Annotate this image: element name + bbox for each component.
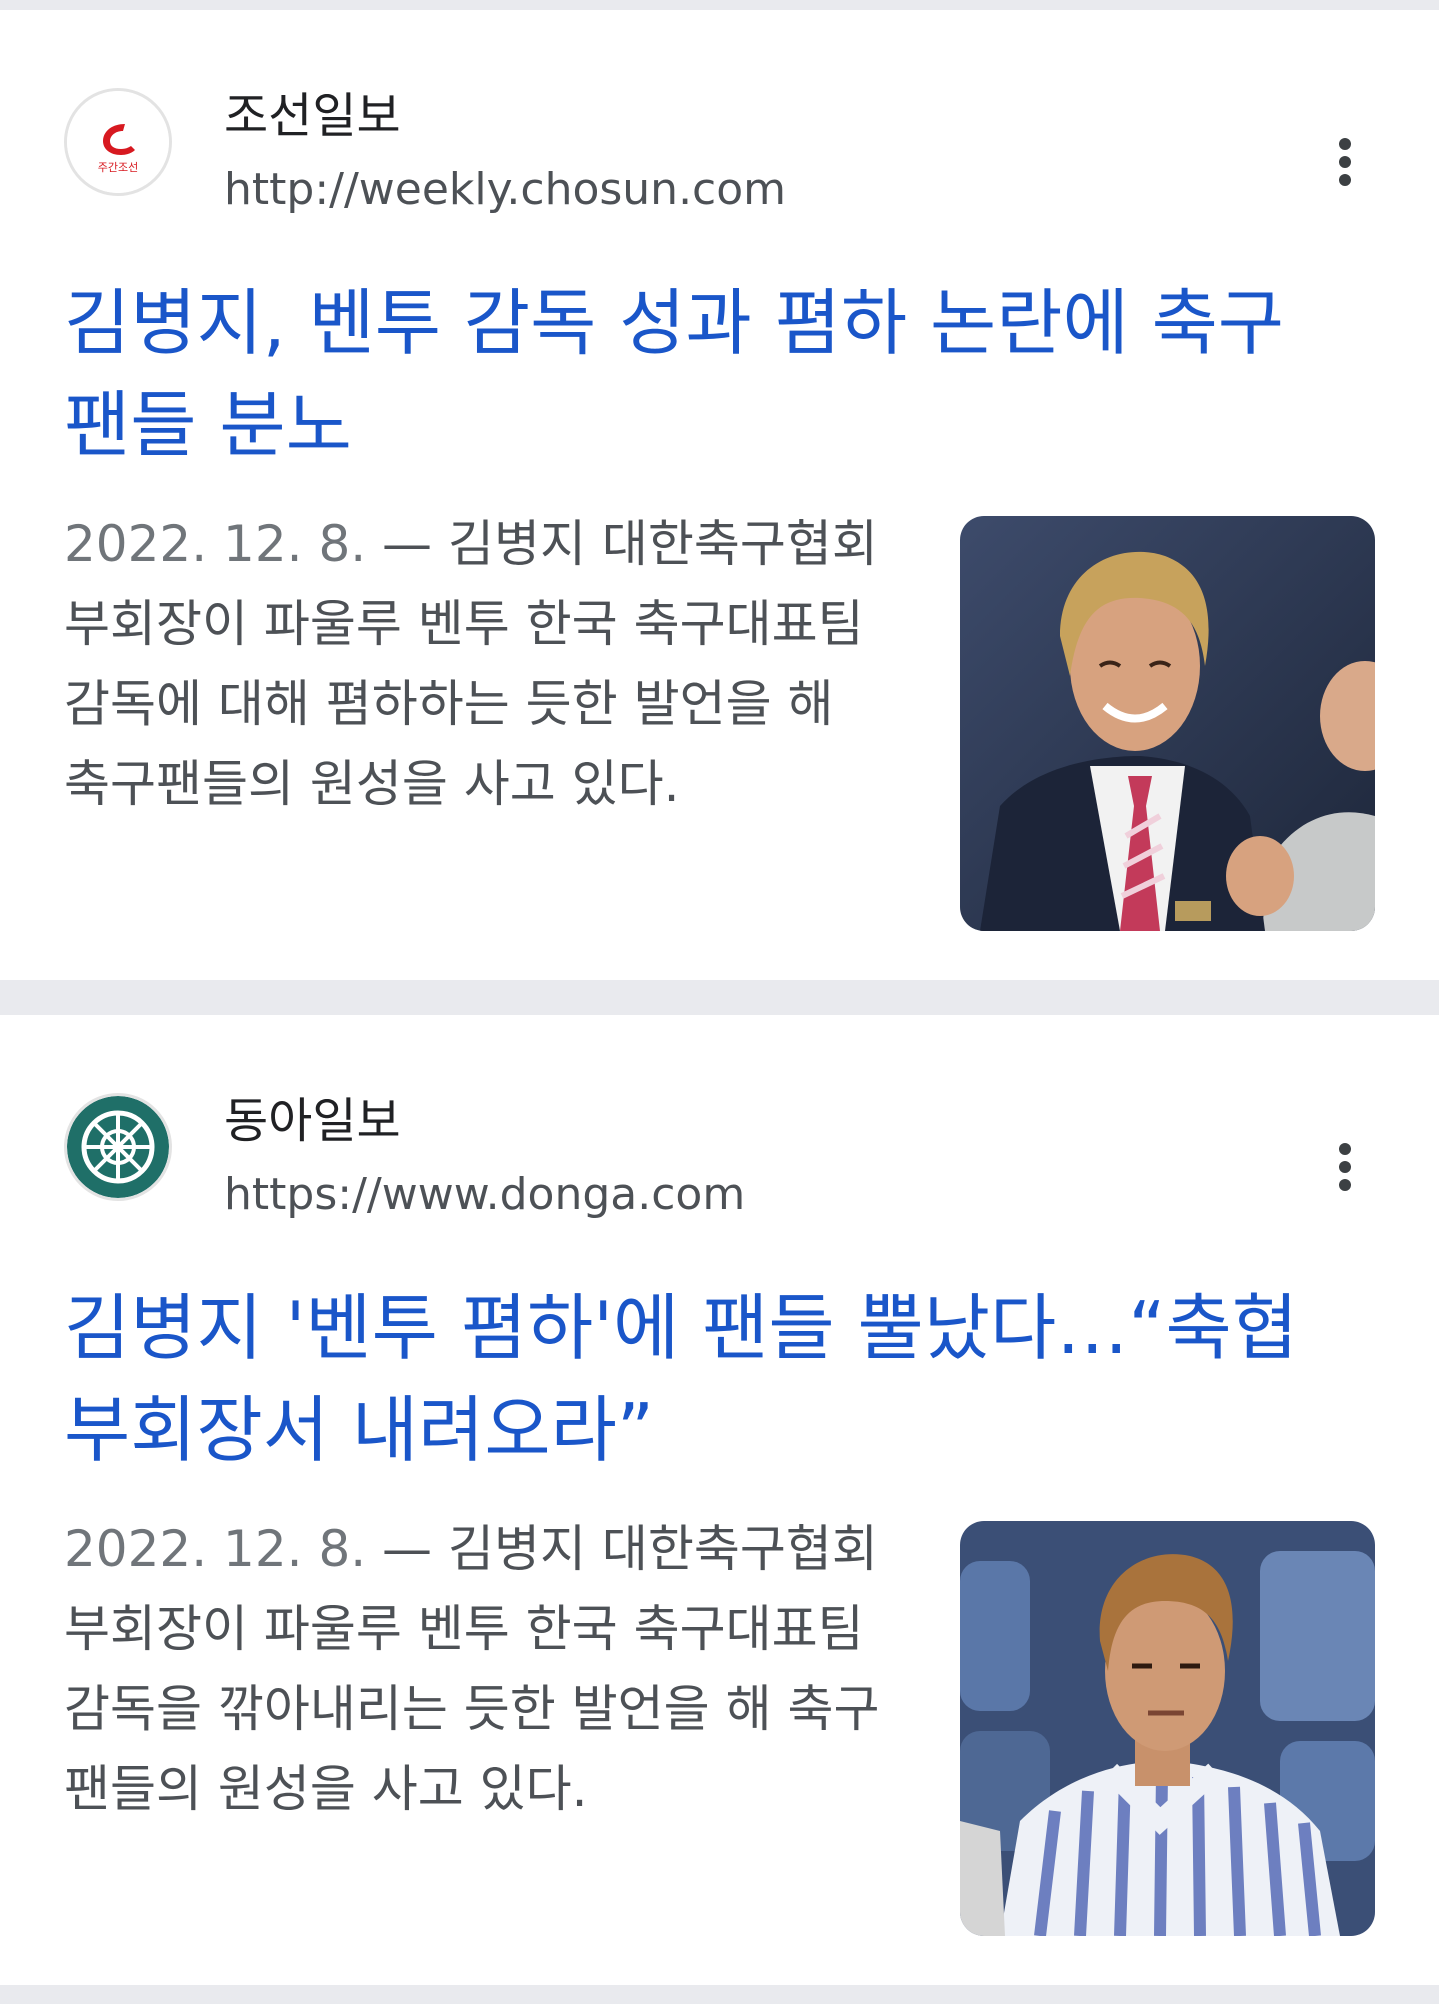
- snippet-separator: —: [366, 1520, 448, 1578]
- result-snippet: 2022. 12. 8. — 김병지 대한축구협회 부회장이 파울루 벤투 한국…: [64, 504, 894, 824]
- more-vert-icon: [1339, 138, 1351, 150]
- more-vert-icon: [1339, 1143, 1351, 1155]
- more-vert-icon: [1339, 156, 1351, 168]
- source-name[interactable]: 동아일보: [224, 1091, 401, 1151]
- svg-text:주간조선: 주간조선: [98, 161, 138, 174]
- result-date: 2022. 12. 8.: [64, 515, 367, 573]
- search-result-card: 동아일보 https://www.donga.com 김병지 '벤투 폄하'에 …: [0, 1015, 1439, 1985]
- source-url[interactable]: http://weekly.chosun.com: [224, 162, 786, 218]
- donga-logo-icon[interactable]: [64, 1093, 172, 1201]
- source-name[interactable]: 조선일보: [224, 86, 401, 146]
- more-options-button[interactable]: [1316, 1127, 1374, 1207]
- search-result-card: 주간조선 조선일보 http://weekly.chosun.com 김병지, …: [0, 10, 1439, 980]
- source-url[interactable]: https://www.donga.com: [224, 1167, 745, 1223]
- more-vert-icon: [1339, 1179, 1351, 1191]
- chosun-logo-icon[interactable]: 주간조선: [64, 88, 172, 196]
- more-vert-icon: [1339, 1161, 1351, 1173]
- result-snippet: 2022. 12. 8. — 김병지 대한축구협회 부회장이 파울루 벤투 한국…: [64, 1509, 894, 1829]
- result-headline-link[interactable]: 김병지, 벤투 감독 성과 폄하 논란에 축구 팬들 분노: [64, 272, 1344, 476]
- more-options-button[interactable]: [1316, 122, 1374, 202]
- more-vert-icon: [1339, 174, 1351, 186]
- result-thumbnail-image[interactable]: [960, 516, 1375, 931]
- snippet-separator: —: [366, 515, 448, 573]
- result-thumbnail-image[interactable]: [960, 1521, 1375, 1936]
- result-date: 2022. 12. 8.: [64, 1520, 367, 1578]
- result-headline-link[interactable]: 김병지 '벤투 폄하'에 팬들 뿔났다…“축협 부회장서 내려오라”: [64, 1277, 1344, 1481]
